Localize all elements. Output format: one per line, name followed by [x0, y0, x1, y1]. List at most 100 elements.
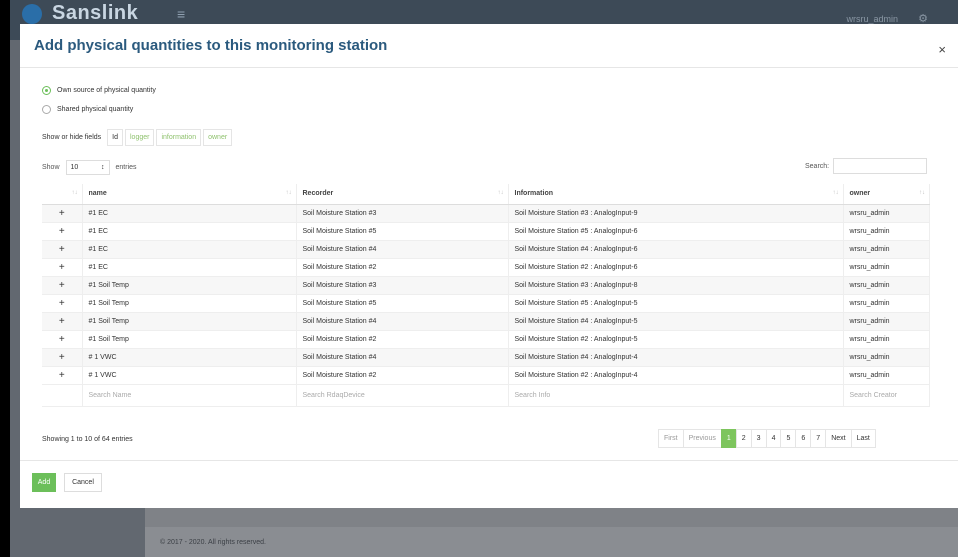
search-creator-input[interactable]: Search Creator: [843, 383, 930, 407]
cell-information: Soil Moisture Station #4 : AnalogInput-4: [508, 348, 844, 367]
cell-owner: wrsru_admin: [843, 222, 930, 241]
column-header-owner[interactable]: owner ↑↓: [843, 184, 930, 205]
search-recorder-input[interactable]: Search RdaqDevice: [296, 383, 509, 407]
cell-name: # 1 VWC: [82, 348, 297, 367]
add-row-button[interactable]: +: [42, 222, 83, 241]
cell-recorder: Soil Moisture Station #2: [296, 258, 509, 277]
cell-recorder: Soil Moisture Station #4: [296, 240, 509, 259]
cell-name: #1 EC: [82, 204, 297, 223]
add-row-button[interactable]: +: [42, 240, 83, 259]
cell-name: #1 EC: [82, 240, 297, 259]
show-label: Show: [42, 164, 60, 171]
cell-information: Soil Moisture Station #5 : AnalogInput-5: [508, 294, 844, 313]
column-header-information-label: Information: [514, 190, 554, 198]
table-info: Showing 1 to 10 of 64 entries: [42, 436, 133, 443]
cell-name: #1 EC: [82, 258, 297, 277]
page-length-value: 10: [70, 164, 79, 171]
fields-label: Show or hide fields: [42, 134, 102, 141]
page-length: Show 10 ↕ entries: [42, 160, 137, 175]
cell-name: #1 Soil Temp: [82, 330, 297, 349]
radio-shared-label: Shared physical quantity: [57, 106, 134, 113]
page-first-button[interactable]: First: [658, 429, 684, 448]
column-header-name-label: name: [88, 190, 107, 198]
cell-owner: wrsru_admin: [843, 258, 930, 277]
toggle-logger-button[interactable]: logger: [125, 129, 155, 146]
add-row-button[interactable]: +: [42, 366, 83, 385]
toggle-owner-button[interactable]: owner: [203, 129, 233, 146]
search-input[interactable]: [833, 158, 928, 174]
page-5-button[interactable]: 5: [780, 429, 797, 448]
table-row: + #1 EC Soil Moisture Station #4 Soil Mo…: [42, 240, 930, 259]
column-header-action[interactable]: ↑↓: [42, 184, 83, 205]
column-header-name[interactable]: name ↑↓: [82, 184, 297, 205]
add-row-button[interactable]: +: [42, 294, 83, 313]
radio-own-source-label: Own source of physical quantity: [57, 87, 156, 94]
page-4-button[interactable]: 4: [765, 429, 782, 448]
cell-recorder: Soil Moisture Station #3: [296, 204, 509, 223]
search-info-input[interactable]: Search Info: [508, 383, 844, 407]
cell-recorder: Soil Moisture Station #4: [296, 312, 509, 331]
table-row: + #1 EC Soil Moisture Station #3 Soil Mo…: [42, 204, 930, 223]
cell-recorder: Soil Moisture Station #3: [296, 276, 509, 295]
page-previous-button[interactable]: Previous: [682, 429, 722, 448]
sort-icon: ↑↓: [832, 190, 839, 196]
page-3-button[interactable]: 3: [750, 429, 767, 448]
add-row-button[interactable]: +: [42, 276, 83, 295]
sort-icon: ↑↓: [497, 190, 504, 196]
page-length-select[interactable]: 10 ↕: [65, 160, 110, 175]
add-row-button[interactable]: +: [42, 204, 83, 223]
column-header-recorder[interactable]: Recorder ↑↓: [296, 184, 509, 205]
column-header-information[interactable]: Information ↑↓: [508, 184, 844, 205]
add-button[interactable]: Add: [32, 473, 56, 492]
entries-label: entries: [115, 164, 137, 171]
add-row-button[interactable]: +: [42, 258, 83, 277]
cell-information: Soil Moisture Station #4 : AnalogInput-6: [508, 240, 844, 259]
cell-recorder: Soil Moisture Station #5: [296, 222, 509, 241]
header-user[interactable]: wrsru_admin: [846, 14, 898, 24]
table-row: + #1 Soil Temp Soil Moisture Station #4 …: [42, 312, 930, 331]
filter-row: Search Name Search RdaqDevice Search Inf…: [42, 383, 930, 407]
footer-copyright: © 2017 - 2020. All rights reserved.: [160, 539, 266, 546]
toggle-id-button[interactable]: Id: [107, 129, 123, 146]
page-2-button[interactable]: 2: [735, 429, 752, 448]
cancel-button[interactable]: Cancel: [64, 473, 102, 492]
radio-selected-icon[interactable]: [42, 86, 51, 95]
cell-name: # 1 VWC: [82, 366, 297, 385]
cell-owner: wrsru_admin: [843, 276, 930, 295]
page-7-button[interactable]: 7: [810, 429, 827, 448]
table-row: + #1 Soil Temp Soil Moisture Station #2 …: [42, 330, 930, 349]
column-header-recorder-label: Recorder: [302, 190, 334, 198]
add-quantities-modal: Add physical quantities to this monitori…: [20, 24, 958, 508]
page-next-button[interactable]: Next: [825, 429, 852, 448]
cell-recorder: Soil Moisture Station #2: [296, 366, 509, 385]
hamburger-icon[interactable]: ≡: [177, 6, 185, 22]
cell-owner: wrsru_admin: [843, 366, 930, 385]
sort-icon: ↑↓: [71, 190, 78, 196]
cell-name: #1 EC: [82, 222, 297, 241]
radio-unselected-icon[interactable]: [42, 105, 51, 114]
close-button[interactable]: ×: [938, 42, 946, 57]
filter-spacer: [42, 383, 83, 407]
page-1-button[interactable]: 1: [720, 429, 737, 448]
cell-information: Soil Moisture Station #2 : AnalogInput-4: [508, 366, 844, 385]
cell-information: Soil Moisture Station #3 : AnalogInput-8: [508, 276, 844, 295]
search-name-input[interactable]: Search Name: [82, 383, 297, 407]
cell-information: Soil Moisture Station #5 : AnalogInput-6: [508, 222, 844, 241]
quantities-table: ↑↓ name ↑↓ Recorder ↑↓ Information ↑↓ owner…: [42, 184, 930, 407]
cell-owner: wrsru_admin: [843, 240, 930, 259]
cell-owner: wrsru_admin: [843, 348, 930, 367]
table-row: + # 1 VWC Soil Moisture Station #4 Soil …: [42, 348, 930, 367]
toggle-information-button[interactable]: information: [156, 129, 202, 146]
app-brand: Sanslink: [52, 2, 139, 24]
add-row-button[interactable]: +: [42, 348, 83, 367]
column-header-owner-label: owner: [849, 190, 871, 198]
radio-shared[interactable]: Shared physical quantity: [42, 105, 133, 114]
table-row: + #1 EC Soil Moisture Station #2 Soil Mo…: [42, 258, 930, 277]
add-row-button[interactable]: +: [42, 330, 83, 349]
cell-recorder: Soil Moisture Station #2: [296, 330, 509, 349]
add-row-button[interactable]: +: [42, 312, 83, 331]
radio-own-source[interactable]: Own source of physical quantity: [42, 86, 156, 95]
page-6-button[interactable]: 6: [795, 429, 812, 448]
page-last-button[interactable]: Last: [850, 429, 876, 448]
cell-owner: wrsru_admin: [843, 294, 930, 313]
